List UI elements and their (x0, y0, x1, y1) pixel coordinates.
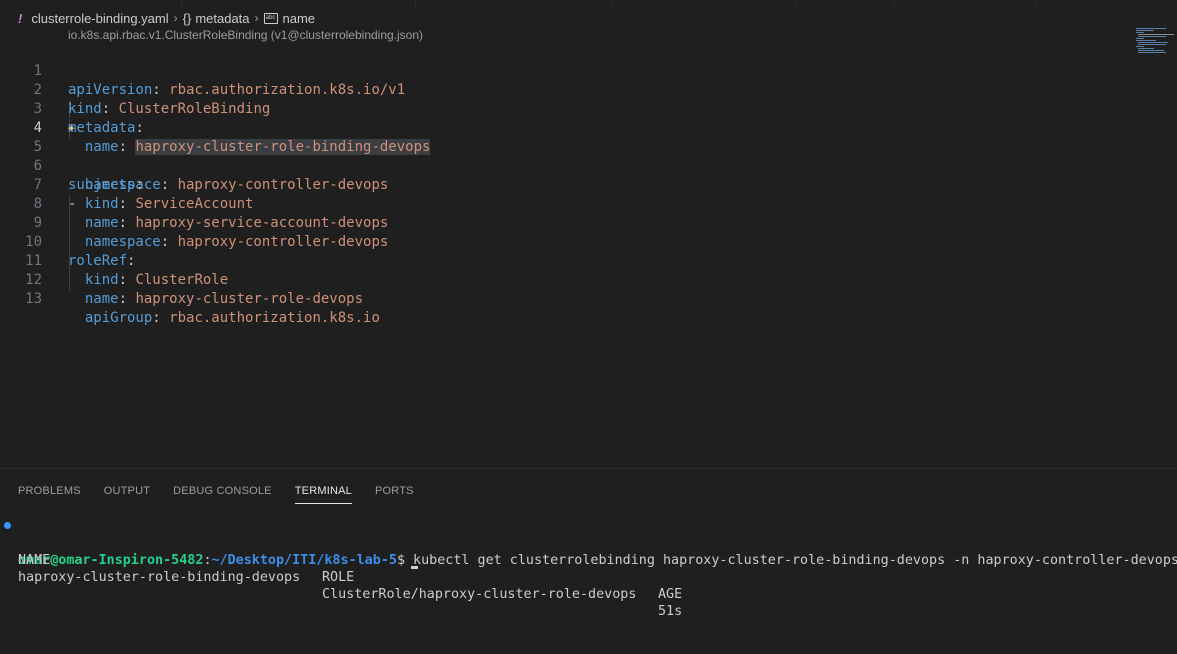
breadcrumb-metadata[interactable]: metadata (195, 11, 249, 26)
chevron-right-icon: › (173, 11, 178, 25)
yaml-value: rbac.authorization.k8s.io (169, 310, 380, 326)
abc-icon: abc (263, 12, 278, 24)
sparkle-icon[interactable]: ✦ (67, 119, 75, 138)
tab-problems[interactable]: PROBLEMS (18, 483, 81, 505)
line-number: 13 (25, 291, 42, 307)
schema-codelens[interactable]: io.k8s.api.rbac.v1.ClusterRoleBinding (v… (68, 28, 423, 42)
tab-debug-console[interactable]: DEBUG CONSOLE (173, 483, 272, 505)
yaml-key: name (84, 291, 119, 307)
panel-tabs: PROBLEMS OUTPUT DEBUG CONSOLE TERMINAL P… (18, 483, 437, 505)
chevron-right-icon: › (254, 11, 259, 25)
code-line[interactable]: 13 apiGroup: rbac.authorization.k8s.io (0, 271, 1100, 326)
code-line[interactable]: 12 name: haproxy-cluster-role-devops (0, 252, 1100, 307)
tab-ports[interactable]: PORTS (375, 483, 414, 505)
tab-bar-remnant (0, 0, 1177, 6)
code-line[interactable]: 8 name: haproxy-service-account-devops (0, 176, 1100, 231)
minimap[interactable] (1136, 28, 1176, 56)
code-line[interactable]: 11 kind: ClusterRole (0, 233, 1100, 288)
editor: ! clusterrole-binding.yaml › {} metadata… (0, 0, 1177, 468)
code-area[interactable]: 1 apiVersion: rbac.authorization.k8s.io/… (0, 43, 1100, 326)
yaml-value: haproxy-cluster-role-devops (135, 291, 364, 307)
code-line[interactable]: 10 roleRef: (0, 214, 1100, 269)
braces-icon: {} (182, 10, 192, 26)
code-line[interactable]: 7 - kind: ServiceAccount (0, 157, 1100, 212)
bottom-panel: PROBLEMS OUTPUT DEBUG CONSOLE TERMINAL P… (0, 468, 1177, 619)
terminal-command-line: omar@omar-Inspiron-5482:~/Desktop/ITI/k8… (0, 518, 1177, 568)
breadcrumb-name[interactable]: name (283, 11, 316, 26)
terminal-data-row: haproxy-cluster-role-binding-devops Clus… (0, 552, 1177, 619)
code-line[interactable]: 6 subjects: (0, 138, 1100, 193)
code-line[interactable]: 9 namespace: haproxy-controller-devops (0, 195, 1100, 250)
column-header: AGE (658, 587, 683, 602)
terminal-status-dot-icon[interactable] (4, 522, 11, 529)
tab-output[interactable]: OUTPUT (104, 483, 150, 505)
cell-age: 51s (658, 604, 683, 619)
terminal-cursor (411, 566, 418, 569)
code-line[interactable]: 3 metadata: (0, 81, 1100, 136)
yaml-key: apiGroup (84, 310, 153, 326)
terminal[interactable]: omar@omar-Inspiron-5482:~/Desktop/ITI/k8… (0, 518, 1177, 619)
code-line[interactable]: 1 apiVersion: rbac.authorization.k8s.io/… (0, 43, 1100, 98)
cell-role: ClusterRole/haproxy-cluster-role-devops (322, 587, 637, 602)
terminal-header-row: NAME ROLE AGE (0, 535, 1177, 602)
column-header: ROLE (322, 570, 355, 585)
cell-name: haproxy-cluster-role-binding-devops (18, 570, 301, 585)
code-line[interactable]: 2 kind: ClusterRoleBinding (0, 62, 1100, 117)
tab-terminal[interactable]: TERMINAL (294, 483, 353, 505)
code-line[interactable]: 5 ✦ namespace: haproxy-controller-devops (0, 119, 1100, 193)
warning-icon: ! (18, 10, 23, 26)
breadcrumb-file[interactable]: clusterrole-binding.yaml (31, 11, 168, 26)
code-line-active[interactable]: 4 name: haproxy-cluster-role-binding-dev… (0, 100, 1100, 155)
breadcrumb[interactable]: ! clusterrole-binding.yaml › {} metadata… (18, 8, 315, 28)
